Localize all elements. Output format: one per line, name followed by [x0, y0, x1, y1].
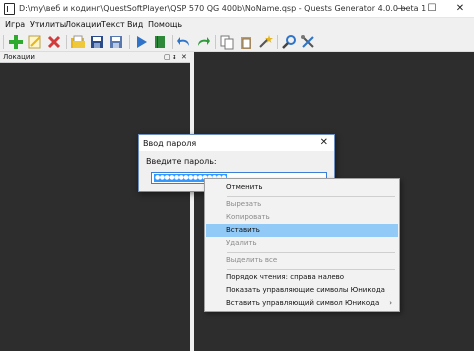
wand-icon[interactable]: [257, 34, 273, 50]
add-location-icon[interactable]: [8, 34, 24, 50]
undo-icon[interactable]: [176, 34, 192, 50]
maximize-button[interactable]: ☐: [418, 0, 446, 18]
title-bar: D:\my\веб и кодинг\QuestSoftPlayer\QSP 5…: [0, 0, 474, 18]
menu-item-select-all[interactable]: Выделить все: [206, 254, 398, 267]
menu-separator: [227, 196, 395, 197]
menu-game[interactable]: Игра: [5, 20, 25, 29]
menu-bar: Игра Утилиты Локации Текст Вид Помощь: [0, 18, 474, 32]
menu-item-delete[interactable]: Удалить: [206, 237, 398, 250]
edit-icon[interactable]: [27, 34, 43, 50]
dialog-title: Ввод пароля: [143, 139, 197, 148]
toolbar: [0, 32, 474, 52]
redo-icon[interactable]: [195, 34, 211, 50]
menu-separator: [227, 252, 395, 253]
menu-item-label: Вставить управляющий символ Юникода: [226, 299, 380, 307]
menu-item-paste[interactable]: Вставить: [206, 224, 398, 237]
toolbar-separator: [215, 35, 216, 49]
close-button[interactable]: ✕: [446, 0, 474, 18]
password-label: Введите пароль:: [146, 157, 217, 166]
toolbar-separator: [277, 35, 278, 49]
locations-panel[interactable]: Локации ▢ ᵻ ✕: [0, 52, 190, 351]
menu-help[interactable]: Помощь: [148, 20, 182, 29]
save-icon[interactable]: [89, 34, 105, 50]
dialog-close-button[interactable]: ✕: [320, 137, 328, 148]
panel-list-icon[interactable]: ▢: [164, 52, 171, 62]
search-icon[interactable]: [281, 34, 297, 50]
submenu-arrow-icon: ›: [389, 299, 392, 307]
copy-icon[interactable]: [219, 34, 235, 50]
panel-close-icon[interactable]: ✕: [181, 52, 187, 62]
toolbar-separator: [3, 35, 4, 49]
context-menu: Отменить Вырезать Копировать Вставить Уд…: [204, 178, 400, 312]
menu-view[interactable]: Вид: [127, 20, 143, 29]
menu-text[interactable]: Текст: [101, 20, 125, 29]
locations-panel-title: Локации: [3, 53, 35, 61]
open-folder-icon[interactable]: [70, 34, 86, 50]
toolbar-separator: [129, 35, 130, 49]
minimize-button[interactable]: —: [388, 0, 416, 18]
menu-separator: [227, 269, 395, 270]
settings-icon[interactable]: [300, 34, 316, 50]
menu-item-insert-unicode-control[interactable]: Вставить управляющий символ Юникода ›: [206, 297, 398, 310]
menu-utilities[interactable]: Утилиты: [30, 20, 66, 29]
window-title: D:\my\веб и кодинг\QuestSoftPlayer\QSP 5…: [19, 4, 427, 13]
panel-pin-icon[interactable]: ᵻ: [173, 52, 176, 62]
menu-item-undo[interactable]: Отменить: [206, 181, 398, 194]
locations-panel-header: Локации ▢ ᵻ ✕: [0, 52, 190, 63]
save-as-icon[interactable]: [108, 34, 124, 50]
menu-item-cut[interactable]: Вырезать: [206, 198, 398, 211]
paste-icon[interactable]: [238, 34, 254, 50]
menu-item-rtl-reading-order[interactable]: Порядок чтения: справа налево: [206, 271, 398, 284]
toolbar-separator: [66, 35, 67, 49]
menu-item-copy[interactable]: Копировать: [206, 211, 398, 224]
menu-locations[interactable]: Локации: [65, 20, 102, 29]
book-icon[interactable]: [152, 34, 168, 50]
dialog-title-bar: Ввод пароля ✕: [139, 135, 334, 151]
delete-icon[interactable]: [46, 34, 62, 50]
app-book-icon: [4, 3, 15, 15]
menu-item-show-unicode-control[interactable]: Показать управляющие символы Юникода: [206, 284, 398, 297]
toolbar-separator: [172, 35, 173, 49]
play-icon[interactable]: [133, 34, 149, 50]
